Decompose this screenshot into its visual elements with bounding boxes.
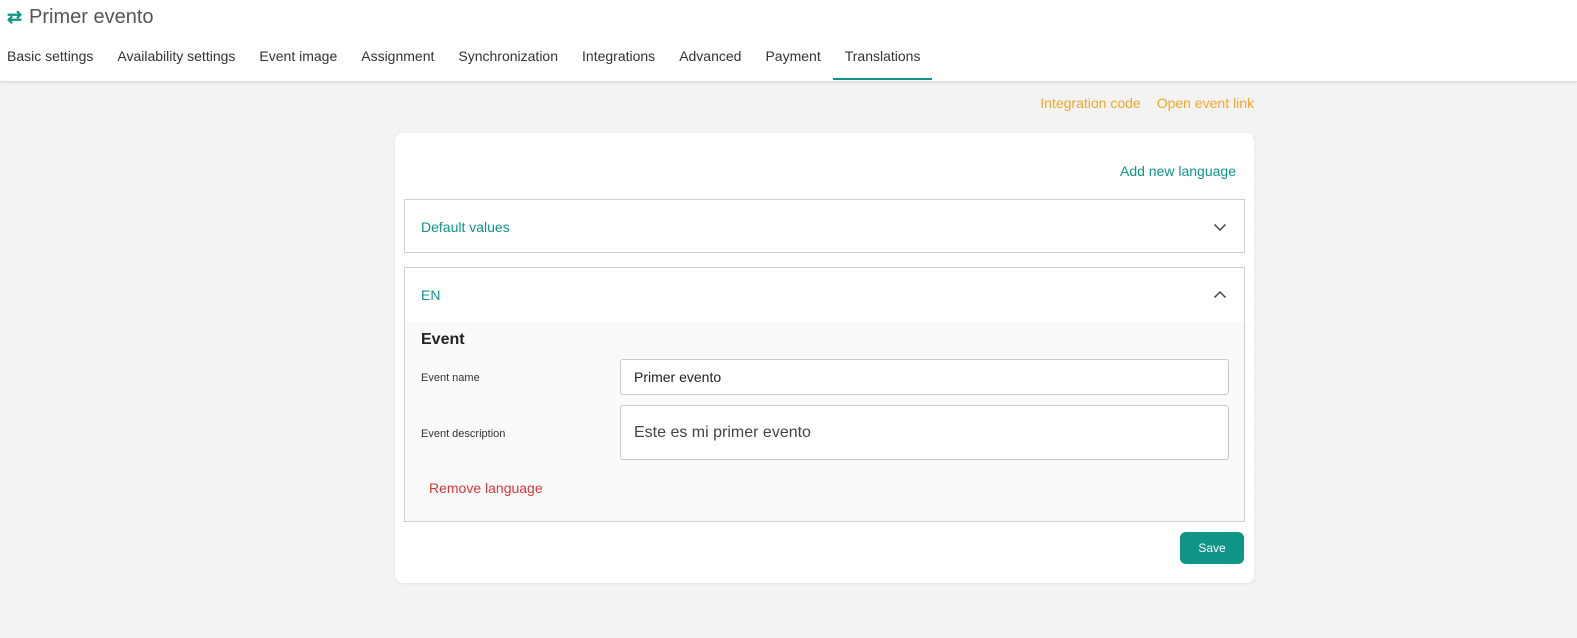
event-name-label: Event name xyxy=(421,372,480,384)
translations-card: Add new language Default values EN Event… xyxy=(395,133,1254,583)
default-values-header[interactable]: Default values xyxy=(405,200,1244,254)
tab-availability-settings[interactable]: Availability settings xyxy=(105,36,247,80)
page-title: Primer evento xyxy=(29,5,154,28)
integration-code-link[interactable]: Integration code xyxy=(1040,95,1140,111)
section-title: Event xyxy=(421,331,465,348)
tab-bar: Basic settings Availability settings Eve… xyxy=(0,36,933,82)
event-description-input[interactable]: Este es mi primer evento xyxy=(620,405,1229,460)
title-row: ⇄ Primer evento xyxy=(7,5,154,29)
top-bar: ⇄ Primer evento Basic settings Availabil… xyxy=(0,0,1577,82)
event-name-input[interactable] xyxy=(620,359,1229,395)
swap-icon[interactable]: ⇄ xyxy=(7,8,23,26)
default-values-panel: Default values xyxy=(404,199,1245,253)
language-panel-body: Event Event name Event description Este … xyxy=(405,322,1244,521)
tab-payment[interactable]: Payment xyxy=(753,36,832,80)
language-panel-en: EN Event Event name Event description Es… xyxy=(404,267,1245,522)
add-new-language-link[interactable]: Add new language xyxy=(1120,163,1236,179)
event-description-label: Event description xyxy=(421,428,506,440)
tab-advanced[interactable]: Advanced xyxy=(667,36,753,80)
tab-assignment[interactable]: Assignment xyxy=(349,36,446,80)
language-code-label: EN xyxy=(421,287,441,303)
open-event-link[interactable]: Open event link xyxy=(1157,95,1254,111)
default-values-label: Default values xyxy=(421,219,510,235)
remove-language-link[interactable]: Remove language xyxy=(429,480,543,496)
tab-event-image[interactable]: Event image xyxy=(247,36,349,80)
top-links: Integration code Open event link xyxy=(1040,95,1254,111)
tab-translations[interactable]: Translations xyxy=(832,36,933,80)
chevron-up-icon xyxy=(1213,290,1227,299)
tab-basic-settings[interactable]: Basic settings xyxy=(0,36,105,80)
tab-synchronization[interactable]: Synchronization xyxy=(446,36,570,80)
tab-integrations[interactable]: Integrations xyxy=(570,36,667,80)
chevron-down-icon xyxy=(1213,223,1227,232)
language-panel-header[interactable]: EN xyxy=(405,268,1244,322)
save-button[interactable]: Save xyxy=(1180,532,1244,564)
